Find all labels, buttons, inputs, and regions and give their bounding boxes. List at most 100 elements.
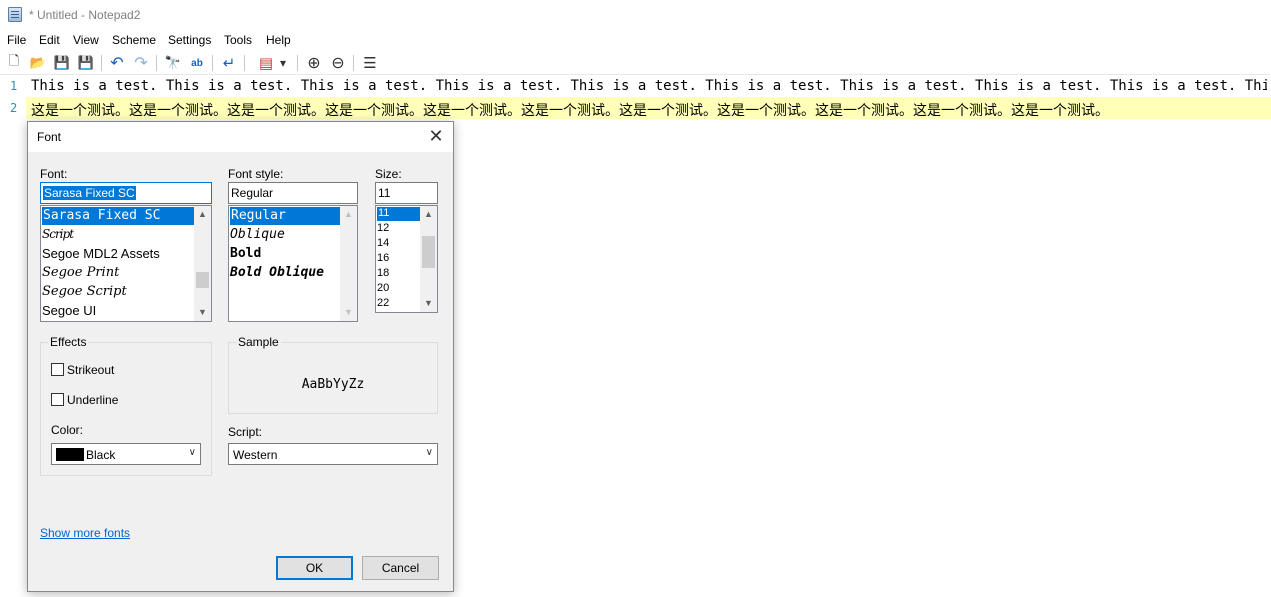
undo-button[interactable]: ↶ <box>107 53 127 73</box>
scheme-dropdown-button[interactable]: ▾ <box>276 53 290 73</box>
word-wrap-button[interactable]: ↵ <box>219 53 239 73</box>
font-style-list[interactable]: Regular Oblique Bold Bold Oblique ▲ ▼ <box>228 205 358 322</box>
font-list-item[interactable]: Segoe Script <box>42 284 127 299</box>
sample-text: AaBbYyZz <box>301 377 365 392</box>
zoom-out-button[interactable]: ⊖ <box>328 53 348 73</box>
font-name-input[interactable]: Sarasa Fixed SC <box>40 182 212 204</box>
effects-label: Effects <box>48 335 89 349</box>
font-list-scrollbar[interactable]: ▲ ▼ <box>194 206 211 321</box>
font-name-list[interactable]: Sarasa Fixed SC Script Segoe MDL2 Assets… <box>40 205 212 322</box>
scroll-down-icon[interactable]: ▼ <box>420 295 437 312</box>
font-list-item[interactable]: Script <box>42 227 74 241</box>
toolbar-separator <box>212 55 213 71</box>
replace-button[interactable]: ab <box>187 53 207 73</box>
font-name-value: Sarasa Fixed SC <box>43 186 136 200</box>
font-style-input[interactable]: Regular <box>228 182 358 204</box>
cancel-button[interactable]: Cancel <box>362 556 439 580</box>
menu-edit[interactable]: Edit <box>39 33 60 47</box>
color-swatch <box>56 448 84 461</box>
scroll-thumb[interactable] <box>422 236 435 268</box>
title-bar: * Untitled - Notepad2 <box>0 0 1271 30</box>
redo-button[interactable]: ↷ <box>131 53 151 73</box>
dialog-title: Font <box>37 130 62 144</box>
size-list-item[interactable]: 22 <box>377 297 389 309</box>
font-label: Font: <box>40 167 68 181</box>
window-title: * Untitled - Notepad2 <box>29 8 141 22</box>
zoom-out-icon: ⊖ <box>331 55 345 72</box>
style-list-item[interactable]: Oblique <box>230 227 285 242</box>
menu-tools[interactable]: Tools <box>224 33 252 47</box>
scroll-thumb[interactable] <box>196 272 209 288</box>
size-list-item[interactable]: 14 <box>377 237 389 249</box>
editor-line-1[interactable]: This is a test. This is a test. This is … <box>31 78 1267 94</box>
size-list-item[interactable]: 12 <box>377 222 389 234</box>
style-list-item[interactable]: Regular <box>230 207 340 225</box>
close-button[interactable]: ✕ <box>425 126 447 148</box>
size-list-scrollbar[interactable]: ▲ ▼ <box>420 206 437 312</box>
chevron-down-icon: ∨ <box>425 447 433 458</box>
toolbar-separator <box>353 55 354 71</box>
font-list-item[interactable]: Segoe UI <box>42 303 96 318</box>
font-list-item[interactable]: Segoe MDL2 Assets <box>42 246 160 261</box>
toolbar-separator <box>297 55 298 71</box>
scroll-up-icon[interactable]: ▲ <box>194 206 211 223</box>
find-button[interactable]: 🔭 <box>163 53 183 73</box>
style-list-item[interactable]: Bold Oblique <box>230 265 324 280</box>
line-number: 2 <box>10 101 18 115</box>
underline-label[interactable]: Underline <box>67 393 118 407</box>
save-as-icon: 💾 <box>77 55 95 70</box>
zoom-in-button[interactable]: ⊕ <box>304 53 324 73</box>
menu-view[interactable]: View <box>73 33 99 47</box>
menu-bar: File Edit View Scheme Settings Tools Hel… <box>0 30 1271 50</box>
menu-file[interactable]: File <box>7 33 26 47</box>
open-folder-icon: 📂 <box>29 55 47 70</box>
menu-scheme[interactable]: Scheme <box>112 33 156 47</box>
script-label: Script: <box>228 425 263 439</box>
size-list-item[interactable]: 18 <box>377 267 389 279</box>
strikeout-checkbox[interactable] <box>51 363 64 376</box>
redo-icon: ↷ <box>134 55 148 72</box>
view-button[interactable]: ☰ <box>360 53 380 73</box>
scheme-button[interactable]: ▤ <box>256 53 276 73</box>
script-value: Western <box>233 448 278 462</box>
binoculars-icon: 🔭 <box>164 55 182 70</box>
scroll-up-icon[interactable]: ▲ <box>420 206 437 223</box>
line-number-gutter: 1 2 <box>0 76 26 597</box>
editor-line-2[interactable]: 这是一个测试。这是一个测试。这是一个测试。这是一个测试。这是一个测试。这是一个测… <box>31 100 1267 120</box>
replace-icon: ab <box>191 57 203 69</box>
style-list-scrollbar[interactable]: ▲ ▼ <box>340 206 357 321</box>
toolbar-separator <box>156 55 157 71</box>
script-select[interactable]: Western ∨ <box>228 443 438 465</box>
open-file-button[interactable]: 📂 <box>28 53 48 73</box>
size-list-item[interactable]: 20 <box>377 282 389 294</box>
style-list-item[interactable]: Bold <box>230 246 261 261</box>
undo-icon: ↶ <box>110 55 124 72</box>
scroll-down-icon[interactable]: ▼ <box>340 304 357 321</box>
new-file-icon: 🗋 <box>8 53 20 68</box>
menu-settings[interactable]: Settings <box>168 33 211 47</box>
list-icon: ☰ <box>363 55 377 72</box>
color-label: Color: <box>51 423 84 437</box>
size-list-item[interactable]: 16 <box>377 252 389 264</box>
scroll-up-icon[interactable]: ▲ <box>340 206 357 223</box>
save-as-button[interactable]: 💾 <box>76 53 96 73</box>
menu-help[interactable]: Help <box>266 33 291 47</box>
underline-checkbox[interactable] <box>51 393 64 406</box>
font-list-item[interactable]: Sarasa Fixed SC <box>42 207 194 225</box>
show-more-fonts-link[interactable]: Show more fonts <box>40 526 130 540</box>
save-button[interactable]: 💾 <box>52 53 72 73</box>
strikeout-label[interactable]: Strikeout <box>67 363 114 377</box>
scroll-down-icon[interactable]: ▼ <box>194 304 211 321</box>
font-list-item[interactable]: Segoe Print <box>42 265 119 280</box>
new-file-button[interactable]: 🗋 <box>4 53 24 73</box>
size-input[interactable]: 11 <box>375 182 438 204</box>
size-list[interactable]: 11 12 14 16 18 20 22 ▲ ▼ <box>375 205 438 313</box>
scheme-icon: ▤ <box>258 55 274 72</box>
toolbar: 🗋 📂 💾 💾 ↶ ↷ 🔭 ab ↵ ▤ ▾ ⊕ ⊖ ☰ <box>0 51 1271 75</box>
toolbar-separator <box>244 55 245 71</box>
size-list-item[interactable]: 11 <box>377 207 420 221</box>
sample-label: Sample <box>236 335 281 349</box>
color-select[interactable]: Black ∨ <box>51 443 201 465</box>
ok-button[interactable]: OK <box>276 556 353 580</box>
dialog-title-bar: Font ✕ <box>28 122 453 152</box>
